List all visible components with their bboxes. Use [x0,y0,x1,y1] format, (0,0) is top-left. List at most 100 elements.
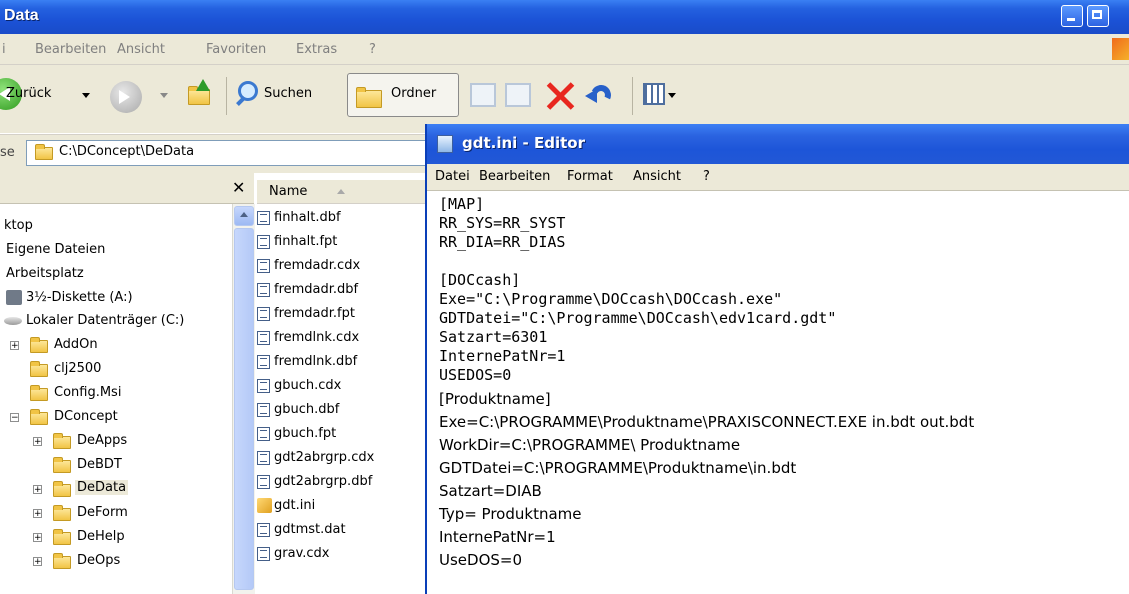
editor-line: InternePatNr=1 [439,347,566,365]
views-icon[interactable] [643,83,665,105]
folder-up-icon[interactable] [186,79,212,107]
minimize-button[interactable] [1061,5,1083,27]
database-file-icon [257,523,270,537]
folder-tree: ktop Eigene Dateien Arbeitsplatz 3½-Disk… [0,204,232,594]
scrollbar-thumb[interactable] [234,228,254,590]
search-button[interactable]: Suchen [264,86,312,101]
scroll-up-arrow-icon[interactable] [234,206,254,226]
forward-arrow-icon[interactable] [110,81,142,113]
database-file-icon [257,403,270,417]
editor-line: GDTDatei=C:\PROGRAMME\Produktname\in.bdt [439,459,797,477]
delete-icon[interactable] [543,79,577,113]
folders-button-frame[interactable]: Ordner [347,73,459,117]
expand-deops-icon[interactable]: + [33,557,42,567]
tree-item-dehelp[interactable]: DeHelp [77,529,125,544]
settings-file-icon [257,498,272,513]
list-item[interactable]: fremdadr.cdx [257,258,360,273]
move-to-icon[interactable] [470,83,496,107]
expand-dedata-icon[interactable]: + [33,485,42,495]
menu-extras[interactable]: Extras [296,42,337,57]
tree-item-addon[interactable]: AddOn [54,337,98,352]
name-column-header[interactable]: Name [257,180,427,205]
list-item[interactable]: gdt.ini [257,498,315,513]
folder-icon [35,144,53,160]
list-item[interactable]: gbuch.cdx [257,378,341,393]
sort-ascending-icon [337,189,345,194]
tree-item-deapps[interactable]: DeApps [77,433,127,448]
editor-text-area[interactable]: [MAP] RR_SYS=RR_SYST RR_DIA=RR_DIAS [DOC… [427,191,1129,594]
tree-item-dedata-selected[interactable]: DeData [75,480,129,495]
copy-to-icon[interactable] [505,83,531,107]
editor-menu-file[interactable]: Datei [435,169,470,184]
tree-item-floppy[interactable]: 3½-Diskette (A:) [26,290,133,305]
tree-item-local-disk[interactable]: Lokaler Datenträger (C:) [26,313,184,328]
tree-scrollbar[interactable] [232,204,255,594]
editor-menu-view[interactable]: Ansicht [633,169,681,184]
tree-item-deops[interactable]: DeOps [77,553,120,568]
editor-menu-edit[interactable]: Bearbeiten [479,169,550,184]
address-label: se [0,145,15,160]
editor-menu-format[interactable]: Format [567,169,613,184]
collapse-dconcept-icon[interactable]: − [10,413,19,423]
address-input[interactable]: C:\DConcept\DeData [26,140,428,166]
tree-item-clj2500[interactable]: clj2500 [54,361,101,376]
tree-item-my-documents[interactable]: Eigene Dateien [6,242,105,257]
list-item[interactable]: finhalt.fpt [257,234,337,249]
menu-file[interactable]: i [2,42,6,57]
expand-addon-icon[interactable]: + [10,341,19,351]
notepad-icon [437,135,453,153]
expand-dehelp-icon[interactable]: + [33,533,42,543]
list-item[interactable]: grav.cdx [257,546,329,561]
tree-item-my-computer[interactable]: Arbeitsplatz [6,266,84,281]
editor-line: GDTDatei="C:\Programme\DOCcash\edv1card.… [439,309,837,327]
editor-title-bar[interactable]: gdt.ini - Editor [427,124,1129,164]
tree-item-debdt[interactable]: DeBDT [77,457,122,472]
forward-dropdown-chevron-icon[interactable] [160,93,168,98]
explorer-window-title: Data [4,7,39,24]
list-item[interactable]: gdtmst.dat [257,522,346,537]
search-icon[interactable] [236,79,260,107]
close-pane-icon[interactable]: ✕ [232,178,245,197]
tree-item-config-msi[interactable]: Config.Msi [54,385,121,400]
tree-item-desktop[interactable]: ktop [4,218,33,233]
editor-menu-help[interactable]: ? [703,169,710,184]
editor-line: Typ= Produktname [439,505,582,523]
editor-line: USEDOS=0 [439,366,512,384]
folder-icon [53,457,71,473]
views-dropdown-chevron-icon[interactable] [668,93,676,98]
folder-icon [53,553,71,569]
list-item[interactable]: gdt2abrgrp.dbf [257,474,372,489]
menu-favorites[interactable]: Favoriten [206,42,266,57]
menu-edit[interactable]: Bearbeiten [35,42,106,57]
folder-open-icon [53,481,71,497]
folder-open-icon [30,409,48,425]
editor-line: Satzart=DIAB [439,482,542,500]
maximize-button[interactable] [1087,5,1109,27]
menu-help[interactable]: ? [369,42,376,57]
list-item[interactable]: fremdlnk.dbf [257,354,357,369]
tree-item-dconcept[interactable]: DConcept [54,409,118,424]
back-button[interactable]: Zurück [6,86,51,101]
menu-view[interactable]: Ansicht [117,42,165,57]
windows-logo-icon [1112,38,1129,60]
list-item[interactable]: fremdadr.dbf [257,282,358,297]
tree-item-deform[interactable]: DeForm [77,505,128,520]
list-item[interactable]: gdt2abrgrp.cdx [257,450,374,465]
undo-icon[interactable] [585,79,619,113]
folders-button[interactable]: Ordner [391,86,436,101]
address-value: C:\DConcept\DeData [59,144,195,159]
editor-line: WorkDir=C:\PROGRAMME\ Produktname [439,436,741,454]
list-item[interactable]: gbuch.dbf [257,402,339,417]
list-item[interactable]: fremdadr.fpt [257,306,355,321]
list-item[interactable]: gbuch.fpt [257,426,336,441]
explorer-menu-bar: i Bearbeiten Ansicht Favoriten Extras ? [0,34,1129,65]
editor-line: Exe=C:\PROGRAMME\Produktname\PRAXISCONNE… [439,413,975,431]
editor-line: RR_DIA=RR_DIAS [439,233,566,251]
back-dropdown-chevron-icon[interactable] [82,93,90,98]
explorer-title-bar[interactable]: Data [0,0,1129,34]
folder-icon [30,385,48,401]
list-item[interactable]: finhalt.dbf [257,210,341,225]
expand-deform-icon[interactable]: + [33,509,42,519]
list-item[interactable]: fremdlnk.cdx [257,330,359,345]
expand-deapps-icon[interactable]: + [33,437,42,447]
